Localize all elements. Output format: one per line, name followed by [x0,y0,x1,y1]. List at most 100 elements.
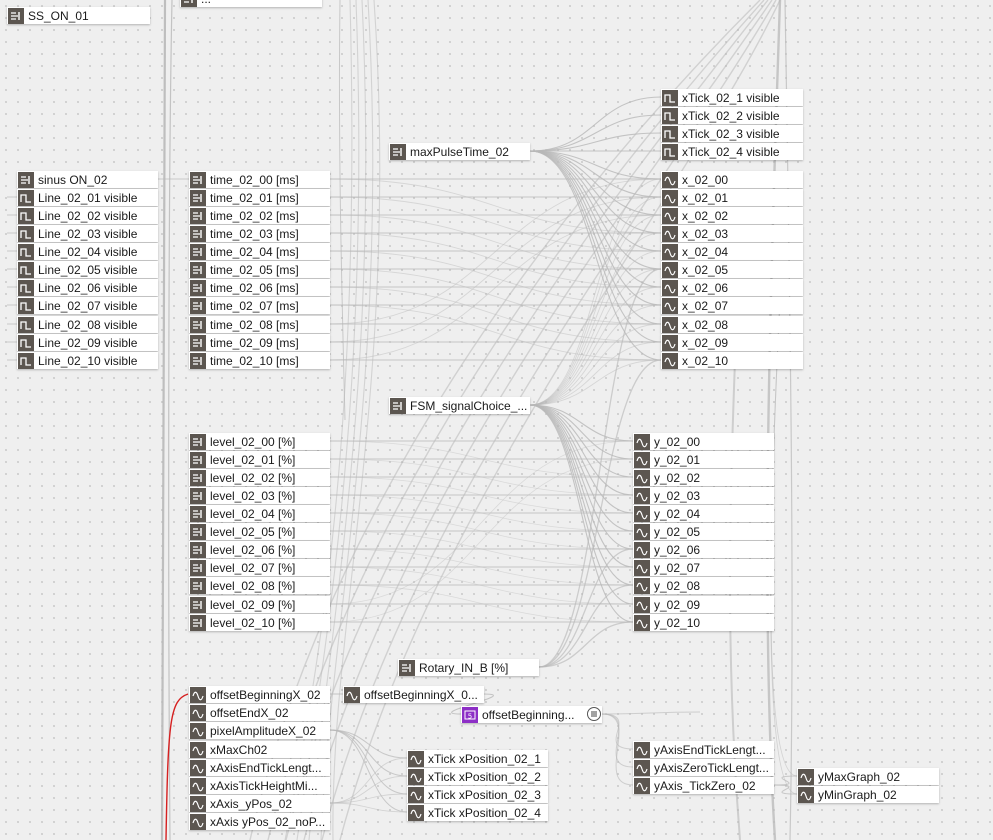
node-y-02-07[interactable]: y_02_07 [633,559,774,576]
node-y-02-04[interactable]: y_02_04 [633,505,774,522]
node-offset-beginning-x-02[interactable]: offsetBeginningX_02 [189,686,330,703]
node-level-02-09[interactable]: level_02_09 [%] [189,596,330,613]
node-time-02-09[interactable]: time_02_09 [ms] [189,334,330,351]
node-xtick-02-2-visible[interactable]: xTick_02_2 visible [661,107,803,124]
node-xmax-ch02[interactable]: xMaxCh02 [189,741,330,758]
node-line-02-05[interactable]: Line_02_05 visible [17,261,158,278]
node-xaxis-ypos-02-nop[interactable]: xAxis yPos_02_noP... [189,813,330,830]
node-level-02-06[interactable]: level_02_06 [%] [189,541,330,558]
node-line-02-10[interactable]: Line_02_10 visible [17,352,158,369]
node-rotary-in-b[interactable]: Rotary_IN_B [%] [398,659,539,676]
wire [329,729,408,777]
node-y-02-06[interactable]: y_02_06 [633,541,774,558]
node-x-02-05[interactable]: x_02_05 [661,261,803,278]
node-level-02-03[interactable]: level_02_03 [%] [189,487,330,504]
node-line-02-09[interactable]: Line_02_09 visible [17,334,158,351]
node-time-02-07[interactable]: time_02_07 [ms] [189,297,330,314]
node-time-02-10[interactable]: time_02_10 [ms] [189,352,330,369]
node-line-02-08[interactable]: Line_02_08 visible [17,316,158,333]
node-x-02-10[interactable]: x_02_10 [661,352,803,369]
node-ymax-graph-02[interactable]: yMaxGraph_02 [797,768,939,785]
node-line-02-02[interactable]: Line_02_02 visible [17,207,158,224]
node-ymin-graph-02[interactable]: yMinGraph_02 [797,786,939,803]
input-port-icon [190,541,206,558]
wire [538,621,634,668]
node-time-02-01[interactable]: time_02_01 [ms] [189,189,330,206]
node-offset-beginning-func[interactable]: 5 offsetBeginning... [461,706,602,723]
sine-wave-icon [662,297,678,314]
node-line-02-03[interactable]: Line_02_03 visible [17,225,158,242]
node-max-pulse-time-02[interactable]: maxPulseTime_02 [389,143,530,160]
node-y-02-10[interactable]: y_02_10 [633,614,774,631]
node-time-02-08[interactable]: time_02_08 [ms] [189,316,330,333]
node-x-02-00[interactable]: x_02_00 [661,171,803,188]
node-time-02-03[interactable]: time_02_03 [ms] [189,225,330,242]
node-xaxis-tick-height-min[interactable]: xAxisTickHeightMi... [189,777,330,794]
node-xtick-xpos-02-1[interactable]: xTick xPosition_02_1 [407,750,548,767]
node-label: y_02_05 [654,524,701,539]
node-fsm-signal-choice[interactable]: FSM_signalChoice_... [389,397,530,414]
node-x-02-08[interactable]: x_02_08 [661,316,803,333]
node-level-02-05[interactable]: level_02_05 [%] [189,523,330,540]
input-port-icon [399,659,415,676]
node-level-02-01[interactable]: level_02_01 [%] [189,451,330,468]
node-y-02-05[interactable]: y_02_05 [633,523,774,540]
node-time-02-02[interactable]: time_02_02 [ms] [189,207,330,224]
node-line-02-07[interactable]: Line_02_07 visible [17,297,158,314]
node-offset-end-x-02[interactable]: offsetEndX_02 [189,704,330,721]
node-level-02-00[interactable]: level_02_00 [%] [189,433,330,450]
node-pixel-amplitude-x-02[interactable]: pixelAmplitudeX_02 [189,722,330,739]
node-x-02-04[interactable]: x_02_04 [661,243,803,260]
node-line-02-04[interactable]: Line_02_04 visible [17,243,158,260]
node-level-02-08[interactable]: level_02_08 [%] [189,577,330,594]
node-level-02-04[interactable]: level_02_04 [%] [189,505,330,522]
node-level-02-07[interactable]: level_02_07 [%] [189,559,330,576]
node-xtick-xpos-02-3[interactable]: xTick xPosition_02_3 [407,786,548,803]
node-xtick-xpos-02-2[interactable]: xTick xPosition_02_2 [407,768,548,785]
node-xaxis-end-tick-length[interactable]: xAxisEndTickLengt... [189,759,330,776]
node-offset-beginning-x-0[interactable]: offsetBeginningX_0... [343,686,484,703]
node-ss-on-01[interactable]: SS_ON_01 [7,7,150,24]
node-yaxis-tick-zero-02[interactable]: yAxis_TickZero_02 [633,777,774,794]
node-y-02-09[interactable]: y_02_09 [633,596,774,613]
wire [529,404,634,532]
node-graph-canvas[interactable]: SS_ON_01... sinus ON_02 Line_02_01 visible… [0,0,993,840]
node-xtick-02-4-visible[interactable]: xTick_02_4 visible [661,143,803,160]
node-y-02-00[interactable]: y_02_00 [633,433,774,450]
node-x-02-03[interactable]: x_02_03 [661,225,803,242]
node-y-02-01[interactable]: y_02_01 [633,451,774,468]
node-y-02-08[interactable]: y_02_08 [633,577,774,594]
wire [529,150,662,306]
node-yaxis-end-tick-length[interactable]: yAxisEndTickLengt... [633,741,774,758]
node-y-02-02[interactable]: y_02_02 [633,469,774,486]
node-label: FSM_signalChoice_... [410,398,528,413]
node-time-02-04[interactable]: time_02_04 [ms] [189,243,330,260]
node-yaxis-zero-tick-length[interactable]: yAxisZeroTickLengt... [633,759,774,776]
node-y-02-03[interactable]: y_02_03 [633,487,774,504]
node-x-02-01[interactable]: x_02_01 [661,189,803,206]
node-xtick-02-1-visible[interactable]: xTick_02_1 visible [661,89,803,106]
node-line-02-06[interactable]: Line_02_06 visible [17,279,158,296]
sine-wave-icon [634,487,650,504]
node-xtick-02-3-visible[interactable]: xTick_02_3 visible [661,125,803,142]
wire [529,150,662,270]
node-x-02-02[interactable]: x_02_02 [661,207,803,224]
node-xaxis-ypos-02[interactable]: xAxis_yPos_02 [189,795,330,812]
input-port-icon [190,243,206,260]
node-x-02-09[interactable]: x_02_09 [661,334,803,351]
node-time-02-05[interactable]: time_02_05 [ms] [189,261,330,278]
node-line-02-01[interactable]: Line_02_01 visible [17,189,158,206]
more-options-icon[interactable] [587,707,601,721]
node-level-02-02[interactable]: level_02_02 [%] [189,469,330,486]
node-label: x_02_09 [682,335,729,350]
node-partial-top[interactable]: ... [180,0,322,7]
node-xtick-xpos-02-4[interactable]: xTick xPosition_02_4 [407,804,548,821]
node-level-02-10[interactable]: level_02_10 [%] [189,614,330,631]
node-x-02-06[interactable]: x_02_06 [661,279,803,296]
node-time-02-06[interactable]: time_02_06 [ms] [189,279,330,296]
sine-wave-icon [190,686,206,703]
node-time-02-00[interactable]: time_02_00 [ms] [189,171,330,188]
wire [601,713,634,750]
node-x-02-07[interactable]: x_02_07 [661,297,803,314]
node-sinus-on-02[interactable]: sinus ON_02 [17,171,158,188]
